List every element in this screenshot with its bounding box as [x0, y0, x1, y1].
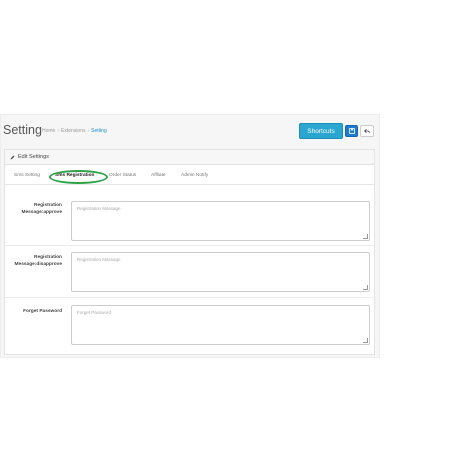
field-label: Registration Message:disapprove — [14, 255, 62, 267]
panel-heading: Edit Settings — [5, 150, 374, 165]
textarea-placeholder: Registration Massage — [77, 257, 121, 262]
shortcuts-button[interactable]: Shortcuts — [299, 123, 343, 139]
resize-handle[interactable] — [363, 285, 368, 290]
tab-affliate[interactable]: Affliate — [151, 173, 166, 178]
form-row: Forget Password Forget Password — [5, 298, 374, 354]
save-button[interactable] — [345, 125, 358, 137]
active-tab-highlight — [49, 170, 108, 184]
settings-tabs: Sms Setting Sms Registration Order Statu… — [5, 169, 374, 185]
forget-password-textarea[interactable]: Forget Password — [71, 305, 370, 345]
resize-handle[interactable] — [363, 338, 368, 343]
tab-admin-notify[interactable]: Admin Notify — [181, 173, 208, 178]
save-icon — [348, 128, 355, 134]
form-row: Registration Message:disapprove Registra… — [5, 246, 374, 298]
edit-settings-panel: Edit Settings Sms Setting Sms Registrati… — [4, 149, 375, 355]
breadcrumb-setting[interactable]: Setting — [91, 128, 107, 134]
breadcrumb-separator: › — [87, 128, 90, 134]
registration-approve-textarea[interactable]: Registration Massage — [71, 201, 370, 241]
field-label: Forget Password — [23, 309, 62, 314]
breadcrumb-extensions[interactable]: Extensions — [61, 128, 85, 134]
breadcrumb: Home › Extensions › Setting — [42, 128, 107, 134]
breadcrumb-separator: › — [57, 128, 60, 134]
textarea-placeholder: Registration Massage — [77, 206, 121, 211]
tab-sms-setting[interactable]: Sms Setting — [14, 173, 40, 178]
registration-disapprove-textarea[interactable]: Registration Massage — [71, 252, 370, 292]
breadcrumb-home[interactable]: Home — [42, 128, 55, 134]
panel-heading-label: Edit Settings — [18, 154, 49, 160]
back-button[interactable] — [360, 125, 374, 137]
tab-order-status[interactable]: Order Status — [109, 173, 136, 178]
reply-icon — [364, 128, 370, 134]
textarea-placeholder: Forget Password — [77, 310, 112, 315]
page-title: Setting — [3, 123, 42, 137]
pencil-icon — [10, 155, 15, 159]
resize-handle[interactable] — [363, 234, 368, 239]
settings-screenshot: Setting Home › Extensions › Setting Shor… — [0, 114, 380, 358]
form-row: Registration Message:approve Registratio… — [5, 196, 374, 246]
field-label: Registration Message:approve — [21, 203, 62, 215]
